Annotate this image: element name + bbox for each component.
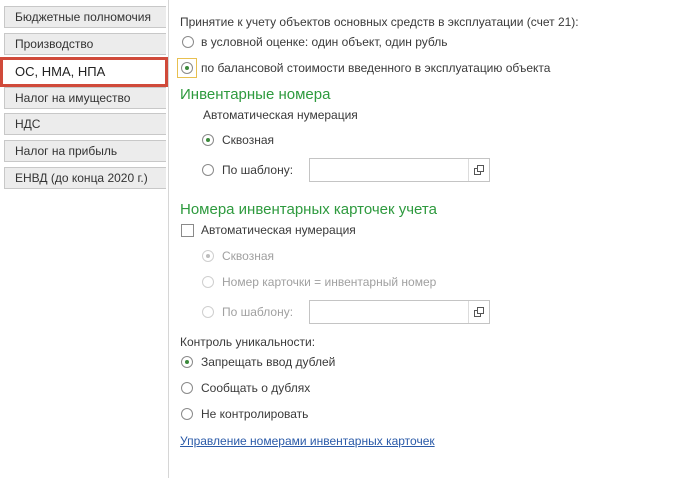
acceptance-title: Принятие к учету объектов основных средс…: [180, 15, 579, 29]
radio-card-sequential[interactable]: [202, 250, 214, 262]
radio-no-control[interactable]: [181, 408, 193, 420]
radio-inventory-sequential-label[interactable]: Сквозная: [222, 133, 274, 147]
manage-card-numbers-link[interactable]: Управление номерами инвентарных карточек: [180, 434, 435, 448]
card-auto-numbering-label[interactable]: Автоматическая нумерация: [201, 223, 356, 237]
sidebar-item-budget-authority[interactable]: Бюджетные полномочия: [4, 6, 166, 28]
card-auto-numbering-checkbox[interactable]: [181, 224, 194, 237]
radio-report-duplicates[interactable]: [181, 382, 193, 394]
sidebar-item-envd[interactable]: ЕНВД (до конца 2020 г.): [4, 167, 166, 189]
open-icon[interactable]: [469, 301, 489, 323]
sidebar-item-vat[interactable]: НДС: [4, 113, 166, 135]
radio-balance-value-label[interactable]: по балансовой стоимости введенного в экс…: [201, 61, 550, 75]
radio-card-template-label[interactable]: По шаблону:: [222, 305, 293, 319]
inventory-auto-numbering-label: Автоматическая нумерация: [203, 108, 358, 122]
sidebar-item-profit-tax[interactable]: Налог на прибыль: [4, 140, 166, 162]
radio-forbid-duplicates-label[interactable]: Запрещать ввод дублей: [201, 355, 335, 369]
card-template-input[interactable]: [309, 300, 490, 324]
uniqueness-title: Контроль уникальности:: [180, 335, 316, 349]
radio-forbid-duplicates[interactable]: [181, 356, 193, 368]
sidebar-divider: [168, 0, 169, 478]
radio-no-control-label[interactable]: Не контролировать: [201, 407, 308, 421]
inventory-numbers-heading: Инвентарные номера: [180, 86, 331, 103]
card-numbers-heading: Номера инвентарных карточек учета: [180, 201, 437, 218]
open-icon[interactable]: [469, 159, 489, 181]
radio-card-equals-inventory-label[interactable]: Номер карточки = инвентарный номер: [222, 275, 436, 289]
radio-conditional-valuation-label[interactable]: в условной оценке: один объект, один руб…: [201, 35, 448, 49]
radio-balance-value[interactable]: [181, 62, 193, 74]
radio-card-sequential-label[interactable]: Сквозная: [222, 249, 274, 263]
radio-card-equals-inventory[interactable]: [202, 276, 214, 288]
settings-sidebar: Бюджетные полномочия Производство ОС, НМ…: [0, 0, 168, 478]
radio-inventory-sequential[interactable]: [202, 134, 214, 146]
radio-report-duplicates-label[interactable]: Сообщать о дублях: [201, 381, 310, 395]
radio-inventory-template[interactable]: [202, 164, 214, 176]
inventory-template-input[interactable]: [309, 158, 490, 182]
sidebar-item-fixed-assets[interactable]: ОС, НМА, НПА: [0, 57, 168, 87]
radio-inventory-template-label[interactable]: По шаблону:: [222, 163, 293, 177]
sidebar-item-production[interactable]: Производство: [4, 33, 166, 55]
radio-card-template[interactable]: [202, 306, 214, 318]
sidebar-item-property-tax[interactable]: Налог на имущество: [4, 87, 166, 109]
radio-conditional-valuation[interactable]: [182, 36, 194, 48]
